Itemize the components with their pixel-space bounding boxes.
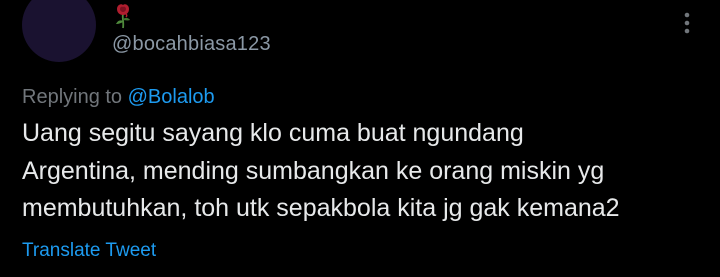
avatar[interactable]: [22, 0, 96, 62]
tweet-card: @bocahbiasa123 Replying to @Bolalob Uang…: [0, 0, 720, 277]
tweet-text-line: Uang segitu sayang klo cuma buat ngundan…: [22, 119, 524, 147]
more-horizontal-icon: [684, 12, 690, 34]
more-options-button[interactable]: [672, 8, 702, 38]
replying-prefix: Replying to: [22, 86, 123, 108]
translate-tweet-link[interactable]: Translate Tweet: [22, 240, 156, 262]
replying-to: Replying to @Bolalob: [22, 86, 215, 109]
replying-to-mention[interactable]: @Bolalob: [128, 86, 215, 108]
tweet-text-line: Argentina, mending sumbangkan ke orang m…: [22, 156, 605, 185]
author-display-name[interactable]: [112, 3, 134, 29]
author-handle[interactable]: @bocahbiasa123: [112, 33, 271, 56]
tweet-text-line: membutuhkan, toh utk sepakbola kita jg g…: [22, 194, 620, 222]
tweet-text: Uang segitu sayang klo cuma buat ngundan…: [22, 115, 712, 228]
rose-icon: [116, 4, 130, 29]
